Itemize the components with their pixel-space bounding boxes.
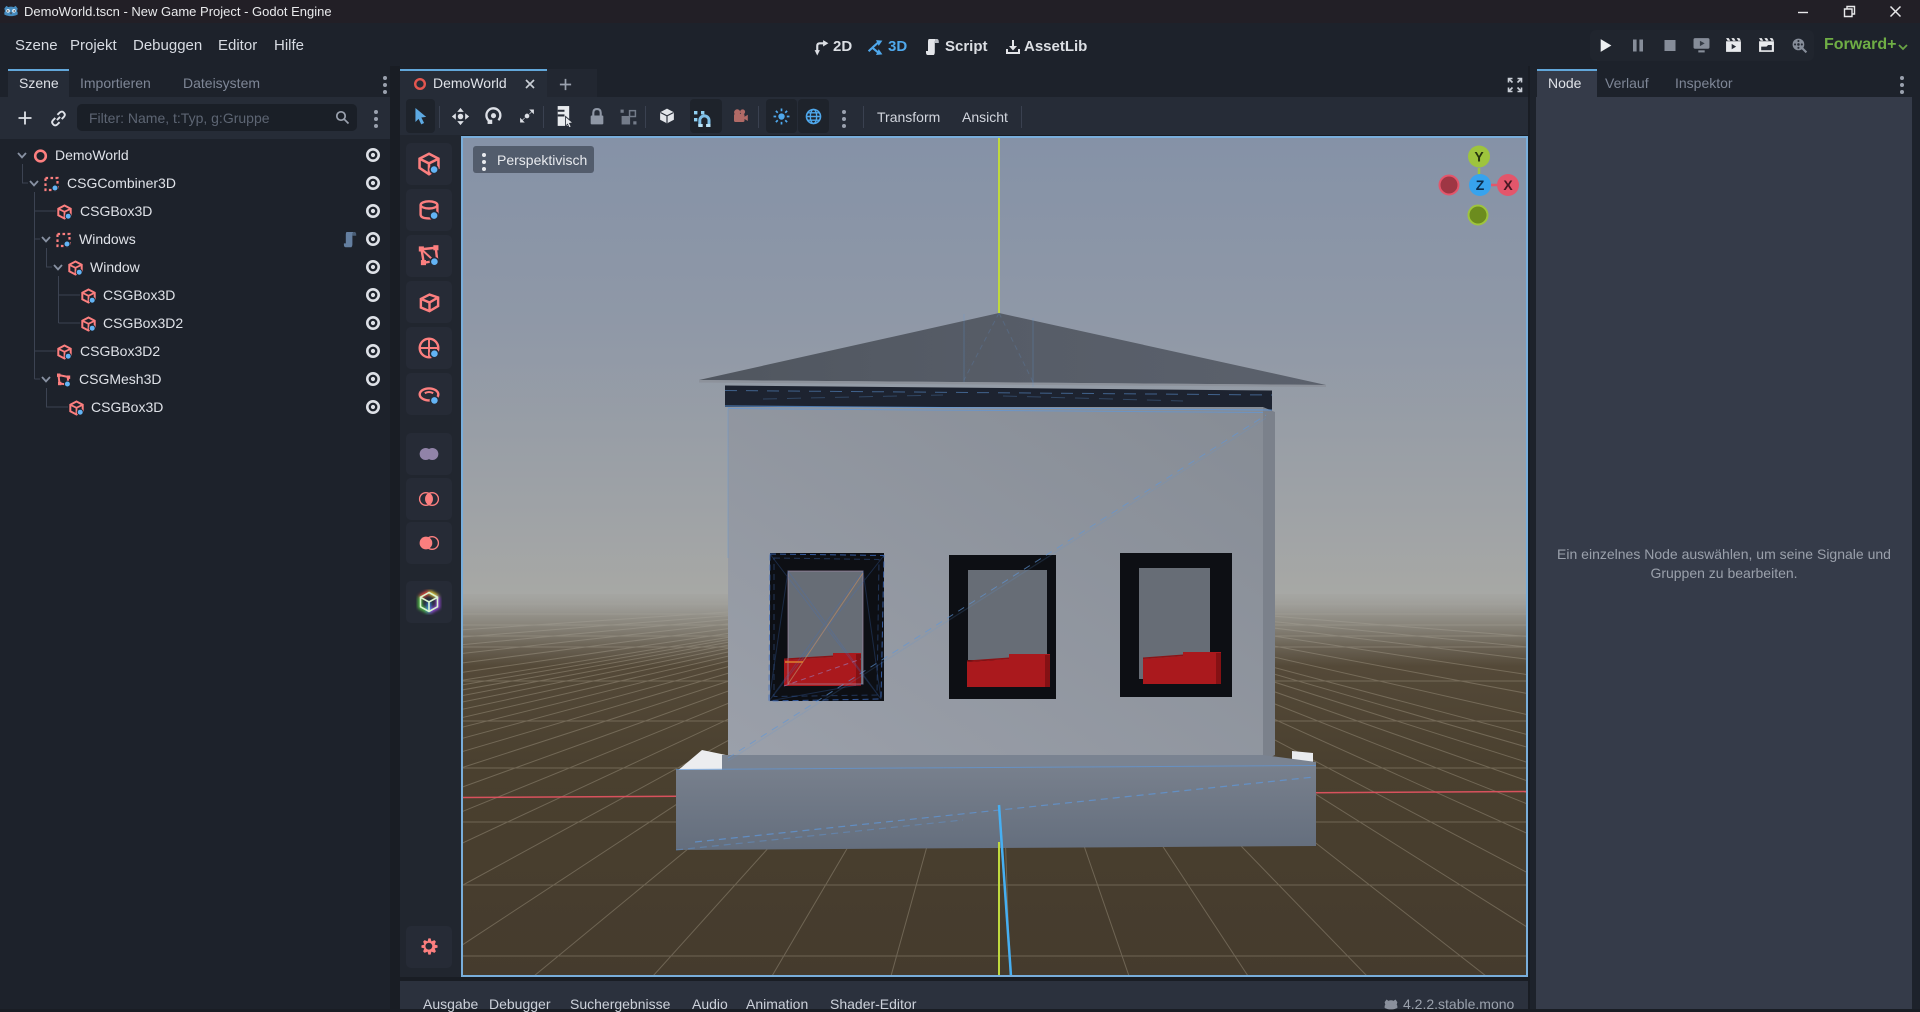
svg-text:Z: Z (1476, 177, 1485, 193)
svg-text:X: X (1503, 177, 1513, 193)
svg-text:Y: Y (1474, 149, 1484, 165)
